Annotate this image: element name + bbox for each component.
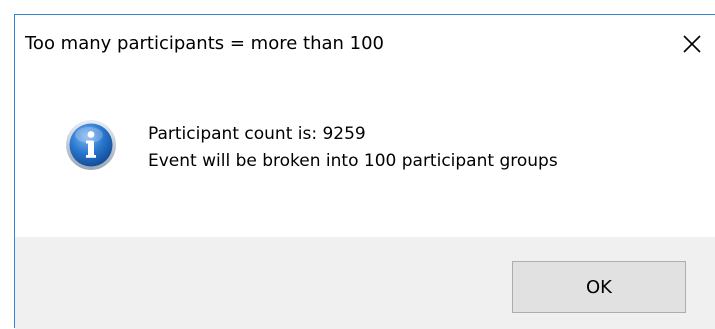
ok-button[interactable]: OK	[512, 261, 686, 313]
dialog-message: Participant count is: 9259 Event will be…	[148, 121, 558, 175]
dialog-content: Participant count is: 9259 Event will be…	[15, 77, 715, 237]
close-icon	[683, 35, 701, 53]
message-dialog: Too many participants = more than 100 Pa…	[14, 14, 715, 329]
dialog-footer: OK	[15, 237, 715, 329]
message-line-count: Participant count is: 9259	[148, 124, 366, 144]
title-bar[interactable]: Too many participants = more than 100	[15, 15, 715, 77]
info-icon	[66, 120, 116, 170]
message-line-groups: Event will be broken into 100 participan…	[148, 151, 558, 171]
close-button[interactable]	[669, 21, 715, 67]
dialog-title: Too many participants = more than 100	[25, 33, 384, 54]
